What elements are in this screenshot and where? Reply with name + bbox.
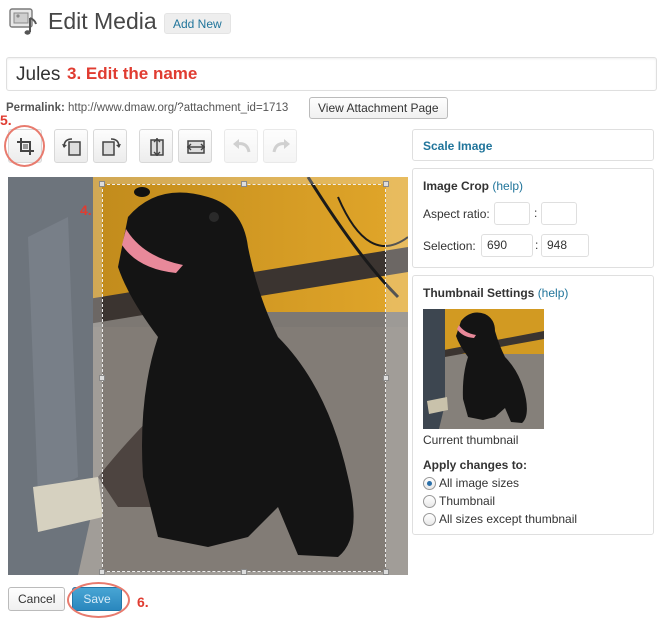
radio-button[interactable] — [423, 512, 436, 526]
apply-changes-label: Apply changes to: — [423, 458, 528, 472]
radio-label: Thumbnail — [439, 494, 496, 508]
redo-button[interactable] — [263, 129, 297, 163]
crop-highlight-ring — [4, 125, 45, 167]
aspect-height-input[interactable] — [541, 202, 577, 225]
annotation-save: 6. — [137, 594, 149, 610]
current-thumbnail-image — [423, 309, 544, 429]
crop-handle[interactable] — [383, 181, 389, 187]
flip-vertical-button[interactable] — [139, 129, 173, 163]
radio-all-image-sizes[interactable]: All image sizes — [423, 476, 519, 490]
crop-selection[interactable] — [102, 184, 386, 572]
save-highlight-ring — [67, 582, 130, 618]
cancel-button[interactable]: Cancel — [8, 587, 66, 611]
scale-image-link[interactable]: Scale Image — [423, 139, 492, 153]
radio-button[interactable] — [423, 494, 436, 508]
media-icon — [8, 6, 40, 38]
image-crop-help-link[interactable]: (help) — [492, 179, 523, 193]
selection-height-input[interactable]: 948 — [541, 234, 589, 257]
image-crop-panel: Image Crop (help) Aspect ratio: : Select… — [412, 168, 654, 268]
thumbnail-title: Thumbnail Settings — [423, 286, 535, 300]
permalink-row: Permalink: http://www.dmaw.org/?attachme… — [6, 102, 288, 114]
flip-horizontal-button[interactable] — [178, 129, 212, 163]
selection-width-input[interactable]: 690 — [481, 234, 533, 257]
rotate-right-button[interactable] — [93, 129, 127, 163]
aspect-colon: : — [534, 206, 538, 220]
crop-handle[interactable] — [383, 375, 389, 381]
radio-all-except-thumbnail[interactable]: All sizes except thumbnail — [423, 512, 577, 526]
add-new-button[interactable]: Add New — [164, 13, 231, 34]
crop-handle[interactable] — [241, 569, 247, 575]
annotation-edit-name: 3. Edit the name — [67, 64, 198, 83]
current-thumbnail-caption: Current thumbnail — [423, 433, 519, 447]
title-value: Jules — [16, 64, 61, 85]
crop-handle[interactable] — [241, 181, 247, 187]
rotate-left-button[interactable] — [54, 129, 88, 163]
crop-handle[interactable] — [99, 375, 105, 381]
scale-image-panel: Scale Image — [412, 129, 654, 161]
annotation-crop-tool: 5. — [0, 112, 12, 128]
radio-label: All image sizes — [439, 476, 520, 490]
permalink-url: http://www.dmaw.org/?attachment_id=1713 — [68, 102, 289, 114]
aspect-ratio-label: Aspect ratio: — [423, 207, 490, 221]
thumbnail-help-link[interactable]: (help) — [538, 286, 569, 300]
thumbnail-settings-panel: Thumbnail Settings (help) Current thumbn… — [412, 275, 654, 535]
view-attachment-page-button[interactable]: View Attachment Page — [309, 97, 448, 119]
selection-label: Selection: — [423, 239, 476, 253]
page-title: Edit Media — [48, 8, 157, 34]
selection-colon: : — [535, 238, 539, 252]
radio-thumbnail[interactable]: Thumbnail — [423, 494, 495, 508]
radio-button[interactable] — [423, 476, 436, 490]
permalink-label: Permalink: — [6, 102, 65, 114]
radio-label: All sizes except thumbnail — [439, 512, 578, 526]
thumbnail-heading: Thumbnail Settings (help) — [423, 286, 568, 300]
crop-handle[interactable] — [383, 569, 389, 575]
undo-button[interactable] — [224, 129, 258, 163]
image-crop-title: Image Crop — [423, 179, 490, 193]
crop-handle[interactable] — [99, 569, 105, 575]
image-crop-heading: Image Crop (help) — [423, 179, 523, 193]
annotation-crop-selection: 4. — [80, 202, 92, 218]
image-editor-canvas[interactable] — [8, 177, 408, 575]
aspect-width-input[interactable] — [494, 202, 530, 225]
crop-handle[interactable] — [99, 181, 105, 187]
